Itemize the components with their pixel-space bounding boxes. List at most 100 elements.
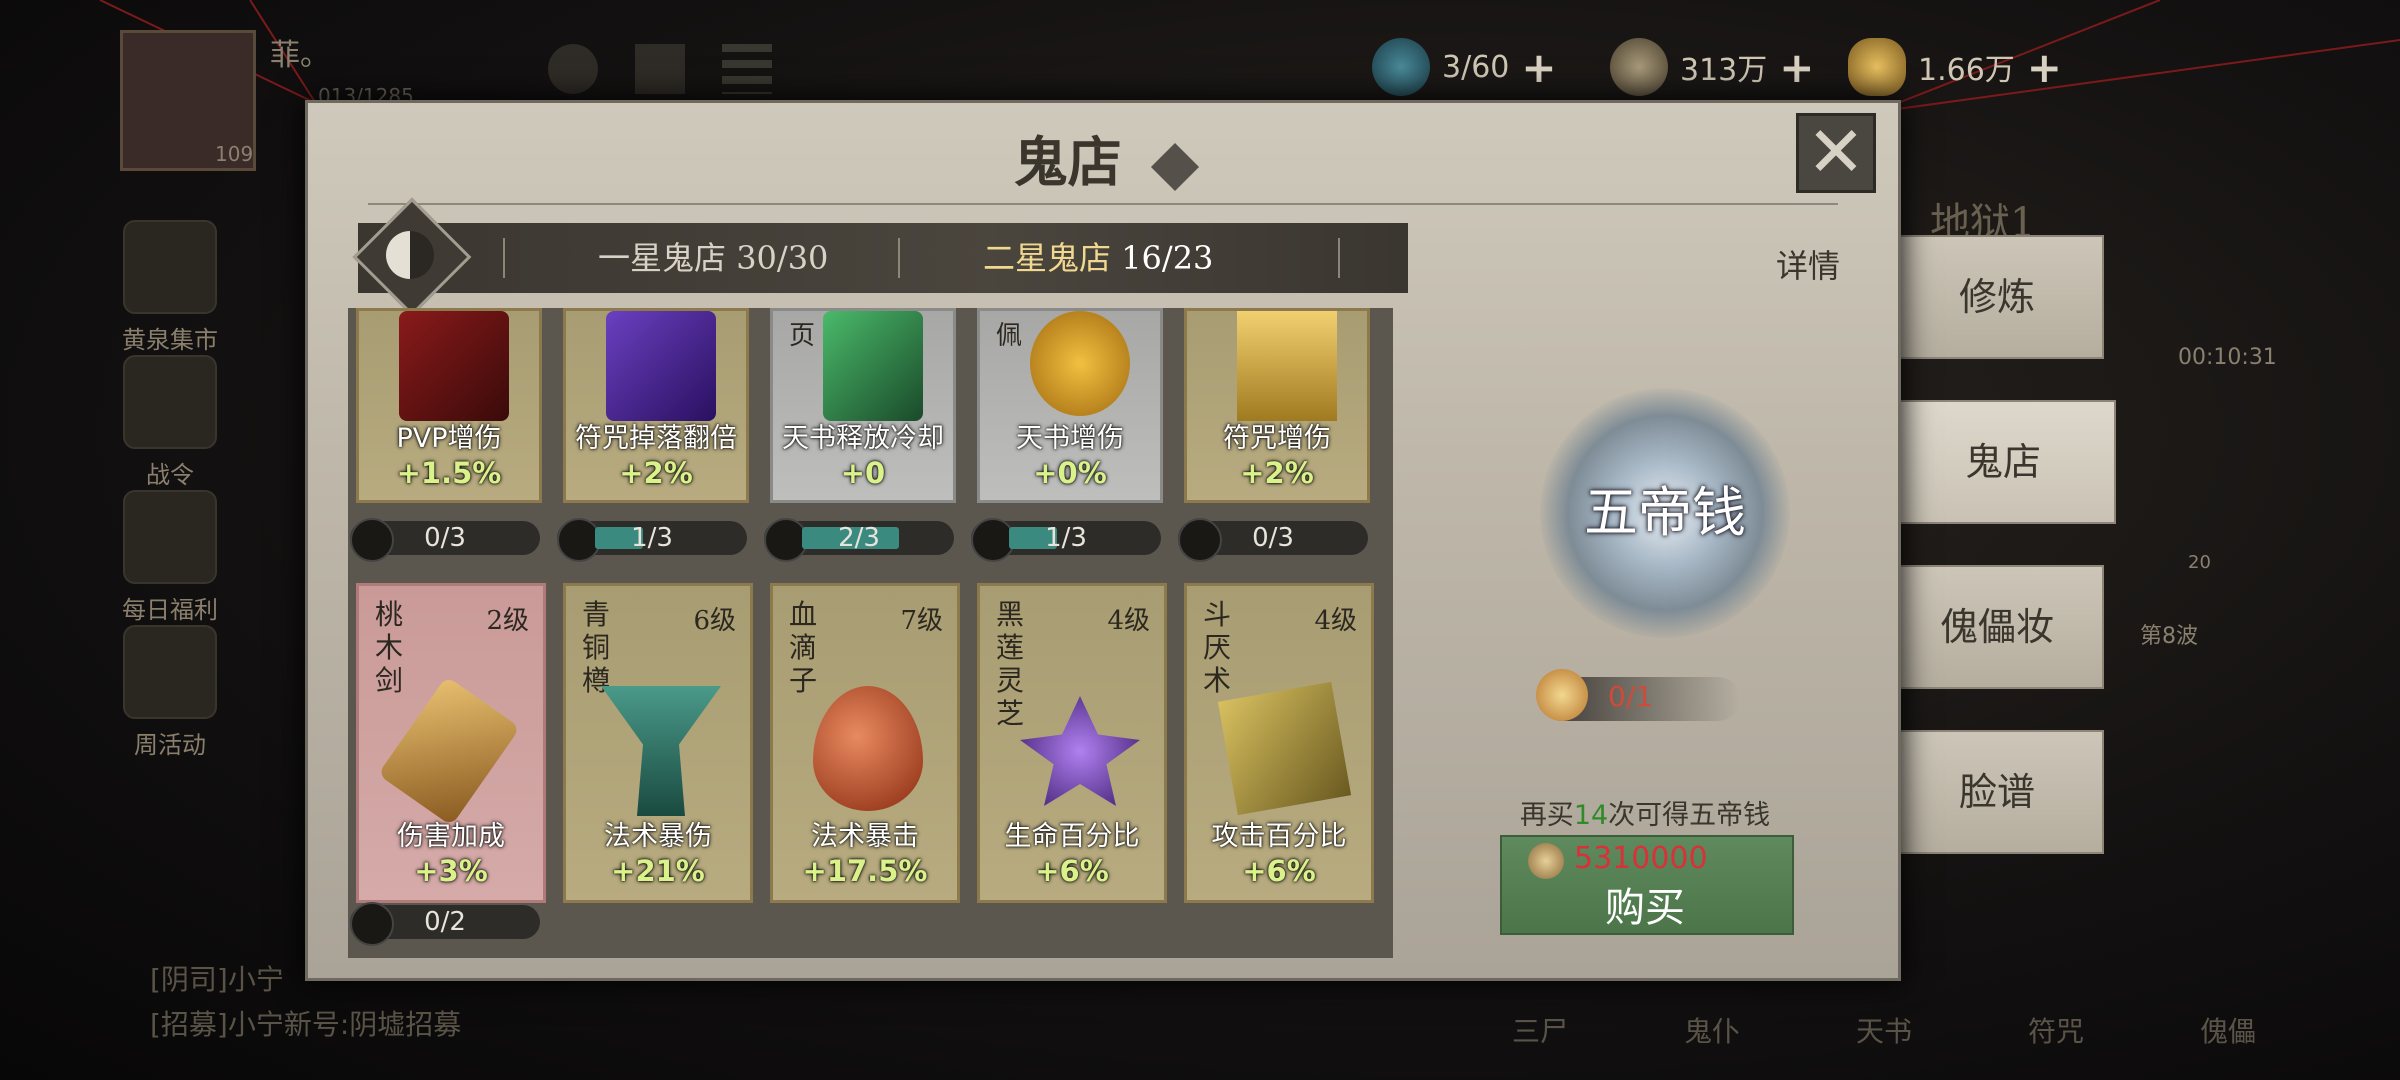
chat-line-2[interactable]: [招募]小宁新号:阴墟招募 <box>150 1003 461 1043</box>
progress-text: 1/3 <box>631 523 673 553</box>
stage-wave: 第8波 <box>2140 624 2198 649</box>
talisman-red-icon <box>399 311 509 421</box>
upgrade-card-blood-drop[interactable]: 血滴子 7级 法术暴击 +17.5% <box>770 583 960 903</box>
card-effect-value: +0% <box>1033 456 1107 490</box>
left-menu-label: 周活动 <box>134 731 206 759</box>
gold-talisman-icon <box>1237 311 1337 421</box>
resource-coins: 313万 + <box>1610 38 1814 96</box>
dialog-title: 鬼店 <box>308 118 1898 197</box>
progress-tianshu-damage: 1/3 <box>971 518 1161 562</box>
black-lotus-icon <box>1020 696 1140 806</box>
progress-text: 0/2 <box>424 907 466 937</box>
ranking-icon[interactable] <box>635 44 685 94</box>
tab-two-star-shop[interactable]: 二星鬼店 16/23 <box>983 223 1213 293</box>
card-vertical-name: 桃木剑 <box>375 598 404 697</box>
tab-label: 一星鬼店 <box>598 239 727 277</box>
left-menu-label: 黄泉集市 <box>122 326 218 354</box>
upgrade-card-pvp[interactable]: PVP增伤 +1.5% <box>356 308 542 503</box>
resource-ingots: 1.66万 + <box>1848 38 2062 96</box>
add-coins-button[interactable]: + <box>1779 43 1814 92</box>
card-effect-value: +6% <box>1242 854 1316 888</box>
upgrade-card-tianshu-cooldown[interactable]: 页 天书释放冷却 +0 <box>770 308 956 503</box>
card-effect-name: 符咒掉落翻倍 <box>575 423 737 454</box>
card-effect-name: 符咒增伤 <box>1223 423 1331 454</box>
upgrade-card-bronze-cup[interactable]: 青铜樽 6级 法术暴伤 +21% <box>563 583 753 903</box>
card-vertical-name: 血滴子 <box>789 598 818 697</box>
purchase-hint: 再买14次可得五帝钱 <box>1490 793 1800 832</box>
jade-orb-icon <box>1372 38 1430 96</box>
tab-count: 16/23 <box>1121 239 1214 277</box>
left-menu-weekly[interactable]: 周活动 <box>105 625 235 760</box>
green-scroll-icon <box>823 311 923 421</box>
fragment-count: 0/1 <box>1608 680 1654 713</box>
stamina-value: 3/60 <box>1442 49 1510 85</box>
tab-count: 30/30 <box>736 239 829 277</box>
buy-label: 购买 <box>1605 885 1685 931</box>
menu-icon[interactable] <box>722 44 772 94</box>
card-effect-name: PVP增伤 <box>396 423 502 454</box>
side-tab-mask[interactable]: 脸谱 <box>1890 730 2104 854</box>
market-icon <box>123 220 217 314</box>
card-effect-name: 天书释放冷却 <box>782 423 944 454</box>
upgrade-card-black-lotus[interactable]: 黑莲灵芝 4级 生命百分比 +6% <box>977 583 1167 903</box>
card-level: 4级 <box>1107 606 1150 636</box>
card-effect-name: 天书增伤 <box>1016 423 1124 454</box>
side-tab-puppet-makeup[interactable]: 傀儡妆 <box>1890 565 2104 689</box>
card-level: 7级 <box>900 606 943 636</box>
detail-button[interactable]: 详情 <box>1776 241 1840 287</box>
card-effect-name: 伤害加成 <box>397 821 505 852</box>
card-vertical-name: 佩 <box>996 321 1023 351</box>
card-effect-name: 法术暴击 <box>811 821 919 852</box>
coins-value: 313万 <box>1680 53 1768 88</box>
copper-coin-icon <box>1610 38 1668 96</box>
card-vertical-name: 斗厌术 <box>1203 598 1232 697</box>
card-effect-name: 生命百分比 <box>1004 821 1140 852</box>
bottom-nav-sanshi[interactable]: 三尸 <box>1480 1010 1600 1050</box>
close-button[interactable]: ✕ <box>1796 113 1876 193</box>
progress-talisman-damage: 0/3 <box>1178 518 1368 562</box>
ingots-value: 1.66万 <box>1918 53 2015 88</box>
upgrade-card-talisman-damage[interactable]: 符咒增伤 +2% <box>1184 308 1370 503</box>
stage-timer: 00:10:31 <box>2178 345 2277 370</box>
left-menu-label: 战令 <box>146 461 194 489</box>
bottom-nav-fuzhou[interactable]: 符咒 <box>1996 1010 2116 1050</box>
info-icon[interactable] <box>1151 142 1200 191</box>
side-tab-ghost-shop[interactable]: 鬼店 <box>1890 400 2116 524</box>
upgrade-card-talisman-drop[interactable]: 符咒掉落翻倍 +2% <box>563 308 749 503</box>
spell-book-icon <box>1217 681 1352 816</box>
weekly-icon <box>123 625 217 719</box>
left-menu-market[interactable]: 黄泉集市 <box>105 220 235 355</box>
battlepass-icon <box>123 355 217 449</box>
card-effect-value: +6% <box>1035 854 1109 888</box>
add-stamina-button[interactable]: + <box>1521 43 1556 92</box>
left-menu-battlepass[interactable]: 战令 <box>105 355 235 490</box>
card-effect-value: +2% <box>1240 456 1314 490</box>
hint-prefix: 再买 <box>1519 800 1574 831</box>
shop-tabbar <box>358 223 1408 293</box>
bag-icon[interactable] <box>548 44 598 94</box>
dialog-title-text: 鬼店 <box>1013 130 1122 194</box>
chat-line-1[interactable]: [阴司]小宁 <box>150 958 284 998</box>
bronze-cup-icon <box>601 686 721 816</box>
upgrade-card-peach-sword[interactable]: 桃木剑 2级 伤害加成 +3% <box>356 583 546 903</box>
left-menu-daily[interactable]: 每日福利 <box>105 490 235 625</box>
upgrade-card-douyan-art[interactable]: 斗厌术 4级 攻击百分比 +6% <box>1184 583 1374 903</box>
card-effect-name: 法术暴伤 <box>604 821 712 852</box>
copper-coin-icon <box>1528 843 1564 879</box>
bottom-nav-kuilei[interactable]: 傀儡 <box>2168 1010 2288 1050</box>
card-effect-value: +2% <box>619 456 693 490</box>
left-menu-label: 每日福利 <box>122 596 218 624</box>
card-effect-value: +3% <box>414 854 488 888</box>
peach-sword-icon <box>377 676 521 826</box>
bottom-nav-tianshu[interactable]: 天书 <box>1824 1010 1944 1050</box>
side-tab-training[interactable]: 修炼 <box>1890 235 2104 359</box>
bottom-nav-guipu[interactable]: 鬼仆 <box>1652 1010 1772 1050</box>
tab-one-star-shop[interactable]: 一星鬼店 30/30 <box>598 223 828 293</box>
card-level: 6级 <box>693 606 736 636</box>
coin-fragment-icon <box>1536 669 1588 721</box>
purple-book-icon <box>606 311 716 421</box>
player-name: 菲。 <box>270 38 330 73</box>
add-ingots-button[interactable]: + <box>2027 43 2062 92</box>
upgrade-card-tianshu-damage[interactable]: 佩 天书增伤 +0% <box>977 308 1163 503</box>
progress-text: 1/3 <box>1045 523 1087 553</box>
